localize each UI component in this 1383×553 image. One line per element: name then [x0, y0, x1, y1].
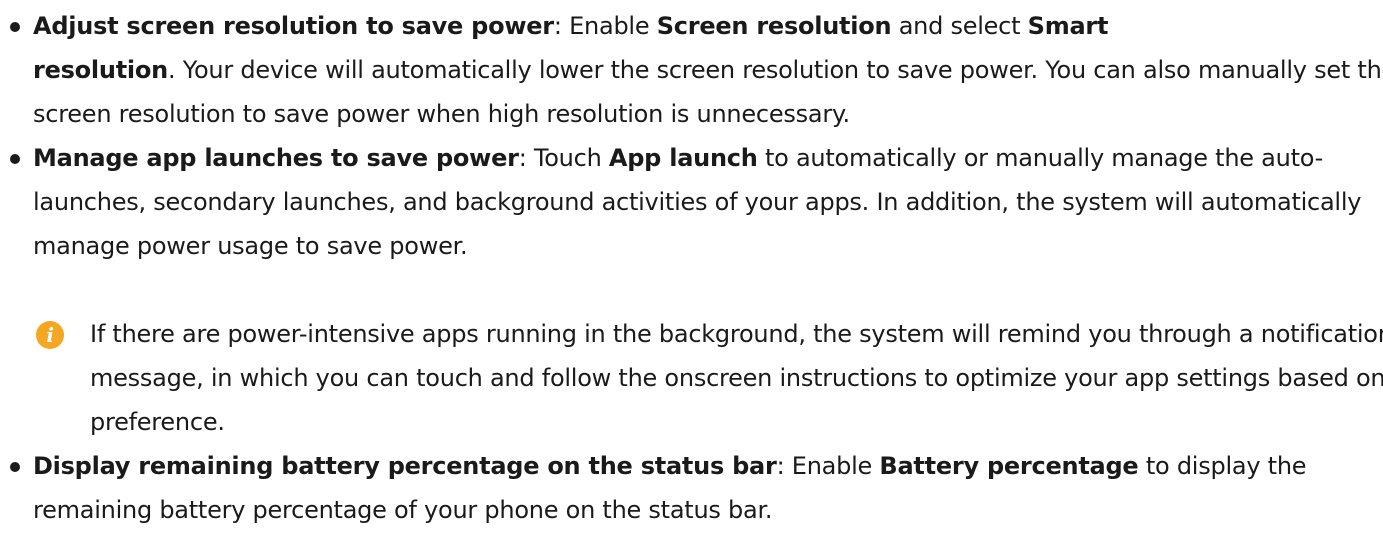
- bullet-text: : Enable: [553, 12, 657, 40]
- bullet-item-app-launch: Manage app launches to save power: Touch…: [0, 136, 1383, 268]
- setting-name: Screen resolution: [656, 12, 892, 40]
- document-page: Adjust screen resolution to save power: …: [0, 0, 1383, 553]
- setting-name: resolution: [33, 56, 168, 84]
- bullet-text: : Enable: [776, 452, 880, 480]
- setting-name: Smart: [1027, 12, 1109, 40]
- bullet-title: Adjust screen resolution to save power: [33, 12, 554, 40]
- note-text: If there are power-intensive apps runnin…: [90, 320, 1383, 436]
- bullet-title: Manage app launches to save power: [33, 144, 519, 172]
- bullet-item-screen-resolution: Adjust screen resolution to save power: …: [0, 4, 1383, 136]
- info-icon: i: [36, 321, 64, 349]
- note-block: i If there are power-intensive apps runn…: [0, 312, 1383, 444]
- setting-name: App launch: [608, 144, 758, 172]
- bullet-text: . Your device will automatically lower t…: [33, 56, 1383, 128]
- svg-text:i: i: [46, 323, 53, 347]
- bullet-dot: [10, 22, 20, 32]
- bullet-dot: [10, 462, 20, 472]
- setting-name: Battery percentage: [879, 452, 1139, 480]
- bullet-title: Display remaining battery percentage on …: [33, 452, 777, 480]
- bullet-text: : Touch: [518, 144, 609, 172]
- bullet-text: and select: [891, 12, 1028, 40]
- bullet-item-battery-percentage: Display remaining battery percentage on …: [0, 444, 1383, 532]
- bullet-dot: [10, 154, 20, 164]
